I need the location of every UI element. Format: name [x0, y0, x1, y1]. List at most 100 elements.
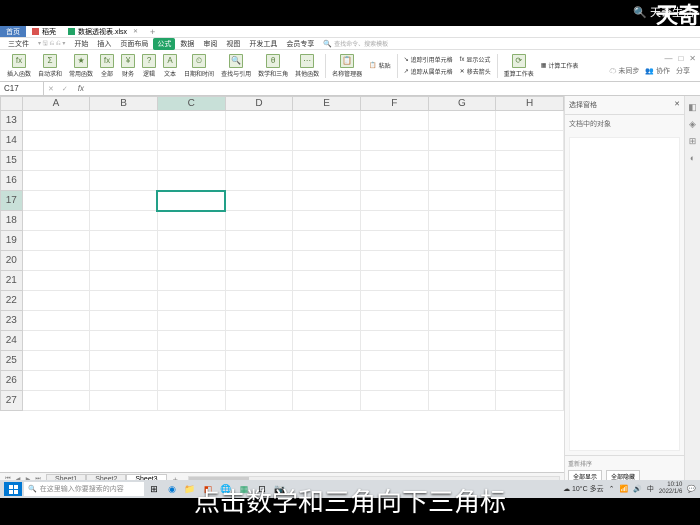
ribbon-all[interactable]: fx全部: [97, 53, 117, 79]
tab-doc2[interactable]: 数据透视表.xlsx ✕: [62, 26, 144, 37]
minimize-button[interactable]: —: [664, 54, 672, 63]
menu-layout[interactable]: 页面布局: [116, 38, 152, 50]
col-header-g[interactable]: G: [428, 97, 496, 111]
menu-review[interactable]: 审阅: [199, 38, 221, 50]
side-panel-section: 文档中的对象: [565, 115, 684, 133]
col-header-b[interactable]: B: [90, 97, 158, 111]
tab-home[interactable]: 首页: [0, 26, 26, 37]
ribbon-finance[interactable]: ¥财务: [118, 53, 138, 79]
row-header[interactable]: 19: [1, 231, 23, 251]
formula-input[interactable]: [90, 82, 700, 95]
math-icon: θ: [266, 54, 280, 68]
maximize-button[interactable]: □: [678, 54, 683, 63]
ribbon-common[interactable]: ★常用函数: [66, 53, 96, 79]
row-header[interactable]: 16: [1, 171, 23, 191]
monitor-frame: — □ ✕ 首页 稻壳 数据透视表.xlsx ✕ + 三文件 ▾ 🖫 ⎌ ⎌ ▾…: [0, 26, 700, 498]
new-tab-button[interactable]: +: [144, 27, 161, 37]
ribbon-other[interactable]: ⋯其他函数: [292, 53, 322, 79]
menu-start[interactable]: 开始: [70, 38, 92, 50]
paste-icon: 📋: [369, 62, 376, 69]
close-button[interactable]: ✕: [689, 54, 696, 63]
row-header[interactable]: 26: [1, 371, 23, 391]
sheet-area: A B C D E F G H 13 14 15 16 17 18 1: [0, 96, 564, 486]
watermark-big: 天奇: [656, 0, 700, 30]
right-toolbar: ◧ ◈ ⊞ ◐: [684, 96, 700, 486]
fx-button[interactable]: fx: [72, 84, 90, 93]
menu-vip[interactable]: 会员专享: [282, 38, 318, 50]
ribbon-paste[interactable]: 📋粘贴: [366, 60, 394, 71]
enter-icon[interactable]: ✓: [58, 85, 72, 93]
collab-button[interactable]: 👥 协作: [645, 66, 670, 76]
row-header[interactable]: 17: [1, 191, 23, 211]
text-icon: A: [163, 54, 177, 68]
ribbon-trace-dependents[interactable]: ↗追踪从属单元格: [401, 66, 456, 77]
ribbon-trace-precedents[interactable]: ↘追踪引用单元格: [401, 54, 456, 65]
side-panel: 选择窗格 ✕ 文档中的对象 重新排序 全部显示 全部隐藏: [564, 96, 684, 486]
row-header[interactable]: 13: [1, 111, 23, 131]
row-header[interactable]: 25: [1, 351, 23, 371]
row-header[interactable]: 14: [1, 131, 23, 151]
row-header[interactable]: 18: [1, 211, 23, 231]
spreadsheet-grid: A B C D E F G H 13 14 15 16 17 18 1: [0, 96, 564, 411]
formula-bar: C17 ✕ ✓ fx: [0, 82, 700, 96]
clock-icon: ⏲: [192, 54, 206, 68]
tool-icon[interactable]: ◧: [688, 102, 697, 113]
tab-doc1[interactable]: 稻壳: [26, 26, 62, 37]
side-panel-close-icon[interactable]: ✕: [674, 100, 680, 110]
tool-icon[interactable]: ◈: [689, 119, 696, 130]
ribbon-remove-arrows[interactable]: ✕移去箭头: [457, 66, 494, 77]
menu-search[interactable]: 🔍 查找命令、搜索模板: [319, 38, 392, 49]
ribbon-insert-function[interactable]: fx插入函数: [4, 53, 34, 79]
row-header[interactable]: 24: [1, 331, 23, 351]
row-header[interactable]: 23: [1, 311, 23, 331]
doc-icon: [32, 28, 39, 35]
app-window: — □ ✕ 首页 稻壳 数据透视表.xlsx ✕ + 三文件 ▾ 🖫 ⎌ ⎌ ▾…: [0, 26, 700, 498]
ribbon-recalc[interactable]: ⟳重算工作表: [501, 53, 537, 79]
sync-button[interactable]: ☁ 未同步: [609, 66, 639, 76]
tab-close-icon[interactable]: ✕: [133, 28, 138, 35]
ribbon-datetime[interactable]: ⏲日期和时间: [181, 53, 217, 79]
select-all-corner[interactable]: [1, 97, 23, 111]
remove-icon: ✕: [460, 68, 465, 75]
selected-cell[interactable]: [157, 191, 225, 211]
main-area: A B C D E F G H 13 14 15 16 17 18 1: [0, 96, 700, 486]
ribbon-show-formula[interactable]: fx显示公式: [457, 54, 494, 65]
formula-icon: fx: [460, 57, 465, 63]
ribbon-logic[interactable]: ?逻辑: [139, 53, 159, 79]
ribbon-math-trig[interactable]: θ数学和三角: [255, 53, 291, 79]
menu-formula[interactable]: 公式: [153, 38, 175, 50]
menu-data[interactable]: 数据: [176, 38, 198, 50]
row-header[interactable]: 20: [1, 251, 23, 271]
sheet-calc-icon: ▦: [541, 62, 547, 69]
col-header-a[interactable]: A: [22, 97, 90, 111]
ribbon-text[interactable]: A文本: [160, 53, 180, 79]
row-header[interactable]: 21: [1, 271, 23, 291]
row-header[interactable]: 27: [1, 391, 23, 411]
col-header-d[interactable]: D: [225, 97, 293, 111]
tool-icon[interactable]: ⊞: [689, 136, 697, 147]
tool-icon[interactable]: ◐: [690, 153, 695, 163]
finance-icon: ¥: [121, 54, 135, 68]
menu-insert[interactable]: 插入: [93, 38, 115, 50]
cancel-icon[interactable]: ✕: [44, 85, 58, 93]
ribbon-name-mgr[interactable]: 📋名称管理器: [329, 53, 365, 79]
col-header-f[interactable]: F: [360, 97, 428, 111]
menu-view[interactable]: 视图: [222, 38, 244, 50]
menu-file[interactable]: 三文件: [4, 38, 33, 50]
ribbon: fx插入函数 Σ自动求和 ★常用函数 fx全部 ¥财务 ?逻辑 A文本 ⏲日期和…: [0, 50, 700, 82]
fx-icon: fx: [12, 54, 26, 68]
col-header-h[interactable]: H: [496, 97, 564, 111]
ribbon-lookup[interactable]: 🔍查找与引用: [218, 53, 254, 79]
menu-dev[interactable]: 开发工具: [245, 38, 281, 50]
col-header-c[interactable]: C: [157, 97, 225, 111]
row-header[interactable]: 15: [1, 151, 23, 171]
grid-container[interactable]: A B C D E F G H 13 14 15 16 17 18 1: [0, 96, 564, 472]
lookup-icon: 🔍: [229, 54, 243, 68]
col-header-e[interactable]: E: [293, 97, 361, 111]
name-box[interactable]: C17: [0, 82, 44, 95]
share-button[interactable]: 分享: [676, 66, 690, 76]
ribbon-autosum[interactable]: Σ自动求和: [35, 53, 65, 79]
ribbon-calc-sheet[interactable]: ▦计算工作表: [538, 60, 582, 71]
star-icon: ★: [74, 54, 88, 68]
row-header[interactable]: 22: [1, 291, 23, 311]
